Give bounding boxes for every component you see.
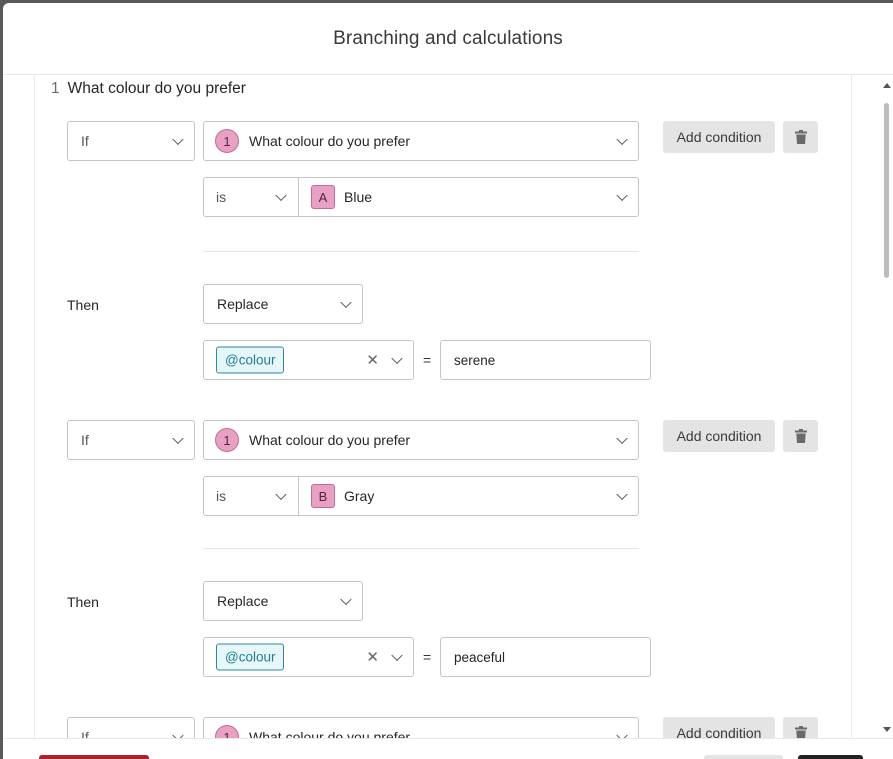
- rule-1-divider: [203, 251, 639, 252]
- rule-2-answer-badge: B: [311, 484, 335, 508]
- rule-2-action: Replace: [217, 593, 269, 609]
- chevron-down-icon: [275, 189, 287, 202]
- rule-3-question-text: What colour do you prefer: [249, 729, 411, 738]
- chevron-down-icon: [172, 133, 184, 146]
- chevron-down-icon: [616, 488, 628, 501]
- scroll-down-icon[interactable]: [883, 727, 891, 732]
- chevron-down-icon: [616, 133, 628, 146]
- chevron-down-icon: [172, 729, 184, 738]
- footer-primary-button[interactable]: [798, 755, 863, 759]
- close-icon[interactable]: ✕: [366, 351, 379, 369]
- rule-1-if-select[interactable]: If: [67, 121, 195, 161]
- close-icon[interactable]: ✕: [366, 648, 379, 666]
- rule-1-delete-button[interactable]: [783, 121, 818, 153]
- scrollbar-thumb[interactable]: [884, 103, 889, 278]
- chevron-down-icon: [340, 593, 352, 606]
- modal-title: Branching and calculations: [333, 27, 563, 49]
- rule-1-condition-combo: is A Blue: [203, 177, 639, 217]
- rule-2-add-condition-button[interactable]: Add condition: [663, 420, 775, 452]
- trash-icon: [794, 429, 807, 443]
- rule-1-question-select[interactable]: 1 What colour do you prefer: [203, 121, 639, 161]
- rule-1-variable-tag[interactable]: @colour: [216, 346, 285, 374]
- chevron-down-icon: [340, 296, 352, 309]
- rule-1-action: Replace: [217, 296, 269, 312]
- branching-modal: Branching and calculations 1 What colour …: [3, 3, 893, 759]
- rule-2-operator: is: [216, 488, 227, 504]
- rule-2-divider: [203, 548, 639, 549]
- rule-2-operator-select[interactable]: is: [204, 477, 299, 515]
- rule-2-question-text: What colour do you prefer: [249, 432, 411, 448]
- rule-1-if-label: If: [81, 133, 89, 149]
- rule-1-answer-select[interactable]: A Blue: [299, 178, 638, 216]
- chevron-down-icon: [391, 649, 403, 662]
- rule-2-delete-button[interactable]: [783, 420, 818, 452]
- chevron-down-icon: [275, 488, 287, 501]
- question-number: 1: [51, 80, 60, 97]
- rule-3-add-condition-button[interactable]: Add condition: [663, 717, 775, 738]
- question-text: What colour do you prefer: [67, 80, 246, 97]
- rule-1-question-text: What colour do you prefer: [249, 133, 411, 149]
- rule-1-operator: is: [216, 189, 227, 205]
- rules-scroll-area[interactable]: 1 What colour do you prefer If 1 What col…: [3, 75, 893, 738]
- rule-3-if-label: If: [81, 729, 89, 738]
- scroll-up-icon[interactable]: [883, 83, 891, 88]
- modal-header: Branching and calculations: [3, 3, 893, 75]
- chevron-down-icon: [616, 729, 628, 738]
- trash-icon: [794, 130, 807, 144]
- question-heading: 1 What colour do you prefer: [51, 80, 246, 98]
- rule-3-delete-button[interactable]: [783, 717, 818, 738]
- rule-1-add-condition-button[interactable]: Add condition: [663, 121, 775, 153]
- rule-1-variable-select[interactable]: @colour ✕: [203, 340, 414, 380]
- footer-secondary-button[interactable]: [704, 755, 783, 759]
- rule-2-if-label: If: [81, 432, 89, 448]
- rule-2-answer-text: Gray: [344, 488, 375, 504]
- chevron-down-icon: [391, 352, 403, 365]
- rule-1-value-input[interactable]: serene: [440, 340, 651, 380]
- chevron-down-icon: [616, 189, 628, 202]
- rule-1-then-label: Then: [67, 297, 99, 313]
- rule-3-question-select[interactable]: 1 What colour do you prefer: [203, 717, 639, 738]
- rule-1-question-badge: 1: [215, 129, 239, 153]
- rule-2-action-select[interactable]: Replace: [203, 581, 363, 621]
- rule-1-answer-text: Blue: [344, 189, 373, 205]
- vertical-scrollbar[interactable]: [879, 75, 893, 738]
- chevron-down-icon: [172, 432, 184, 445]
- trash-icon: [794, 726, 807, 738]
- rule-2-variable-tag[interactable]: @colour: [216, 643, 285, 671]
- chevron-down-icon: [616, 432, 628, 445]
- rule-3-if-select[interactable]: If: [67, 717, 195, 738]
- rule-2-if-select[interactable]: If: [67, 420, 195, 460]
- rule-2-variable-select[interactable]: @colour ✕: [203, 637, 414, 677]
- rule-3-question-badge: 1: [215, 725, 239, 738]
- rule-1-action-select[interactable]: Replace: [203, 284, 363, 324]
- rule-2-equals-sign: =: [423, 649, 432, 665]
- rule-2-answer-select[interactable]: B Gray: [299, 477, 638, 515]
- rule-2-then-label: Then: [67, 594, 99, 610]
- rule-2-condition-combo: is B Gray: [203, 476, 639, 516]
- rule-1-answer-badge: A: [311, 185, 335, 209]
- rule-2-value-input[interactable]: peaceful: [440, 637, 651, 677]
- rule-2-question-badge: 1: [215, 428, 239, 452]
- modal-footer: [3, 738, 893, 759]
- rule-1-equals-sign: =: [423, 352, 432, 368]
- rule-2-question-select[interactable]: 1 What colour do you prefer: [203, 420, 639, 460]
- footer-danger-button[interactable]: [39, 755, 149, 759]
- rule-1-operator-select[interactable]: is: [204, 178, 299, 216]
